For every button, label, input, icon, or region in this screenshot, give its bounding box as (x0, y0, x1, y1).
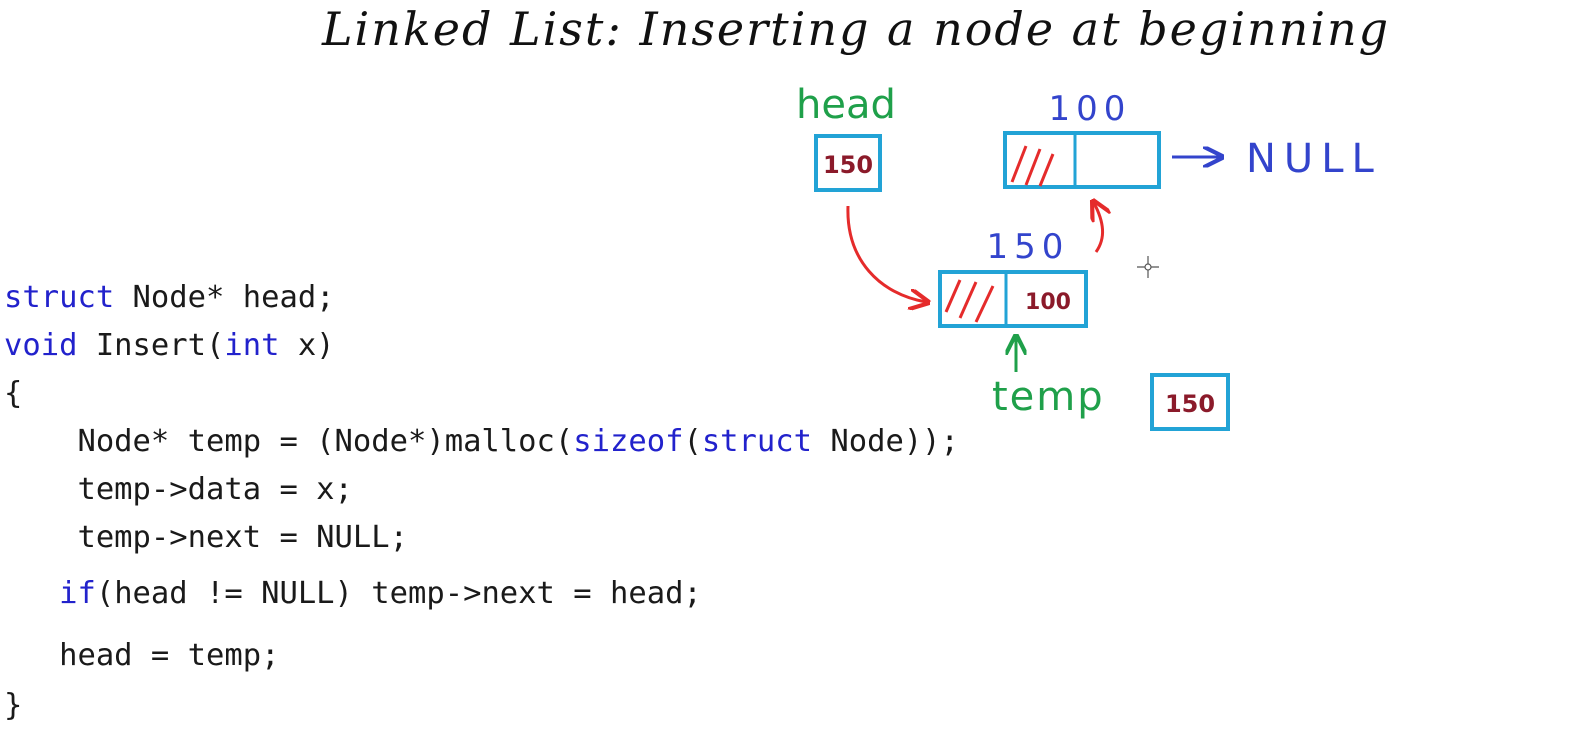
null-label: NULL (1246, 136, 1382, 182)
crosshair-cursor-icon (1137, 256, 1159, 278)
next-link-arrow (1094, 203, 1103, 253)
node-150-next-value: 100 (1025, 290, 1071, 315)
temp-label: temp (992, 374, 1105, 420)
head-to-new-node-arrow (846, 205, 926, 302)
head-value: 150 (823, 151, 873, 179)
node-100-data-hatch (1010, 145, 1055, 187)
node-150-address: 150 (987, 227, 1070, 267)
head-label: head (796, 82, 896, 128)
slide-canvas: Linked List: Inserting a node at beginni… (0, 0, 1581, 732)
node-100-address: 100 (1049, 89, 1132, 129)
node-150-data-hatch (944, 279, 995, 323)
temp-value: 150 (1165, 390, 1215, 418)
linked-list-diagram: head 150 100 NULL 150 100 temp 150 (796, 82, 1382, 431)
